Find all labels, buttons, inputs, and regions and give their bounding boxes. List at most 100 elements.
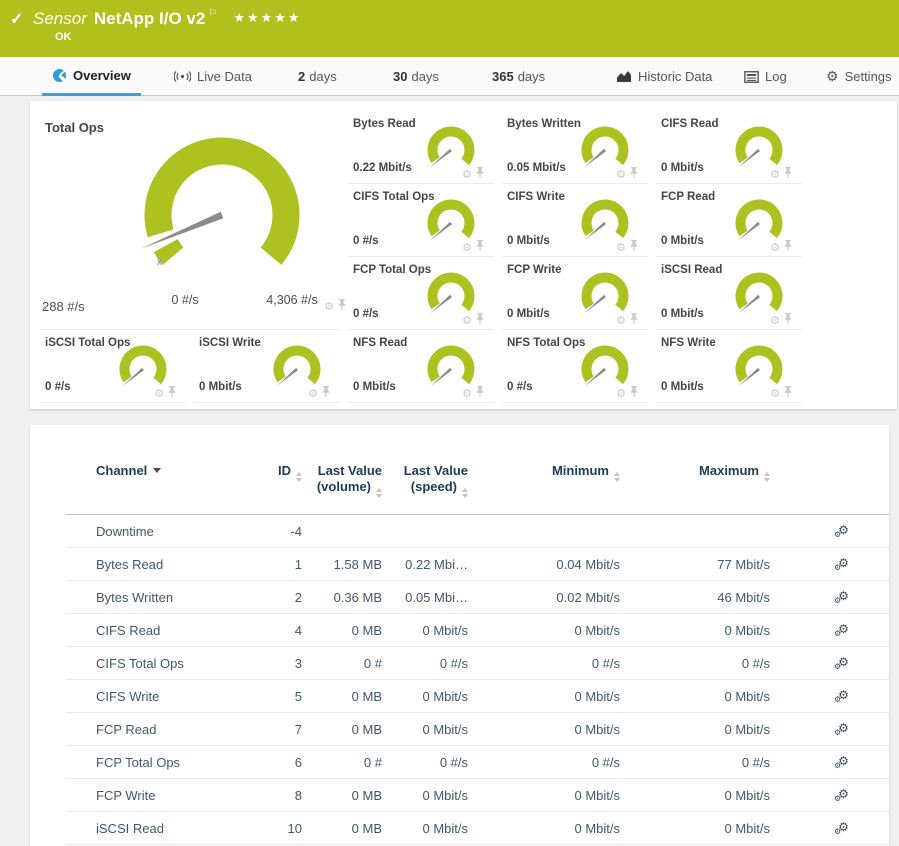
tab-30-days[interactable]: 30days	[383, 57, 449, 96]
column-label: (speed)	[411, 479, 457, 494]
gauge-settings-icon[interactable]: ⚙	[462, 241, 472, 254]
channel-settings-icon[interactable]: ⚙⚙	[834, 622, 849, 637]
gauge-pin-icon[interactable]	[784, 238, 792, 256]
maximum-value: 0 Mbit/s	[620, 689, 770, 704]
gauge-nfs-total-ops[interactable]: NFS Total Ops0 #/s⚙	[502, 330, 648, 403]
gauge-title: Bytes Written	[507, 118, 581, 130]
gauge-title: FCP Total Ops	[353, 264, 431, 276]
gauge-pin-icon[interactable]	[322, 384, 330, 402]
channel-id: 4	[242, 623, 302, 638]
tab-live-data[interactable]: Live Data	[164, 57, 262, 96]
channel-settings-icon[interactable]: ⚙⚙	[834, 787, 849, 802]
sort-desc-icon[interactable]	[153, 468, 161, 473]
gauge-current-value: 0 #/s	[353, 308, 379, 320]
gauge-settings-icon[interactable]: ⚙	[616, 387, 626, 400]
gauge-pin-icon[interactable]	[784, 311, 792, 329]
gauge-settings-icon[interactable]: ⚙	[616, 314, 626, 327]
gauge-pin-icon[interactable]	[476, 311, 484, 329]
channel-name: iSCSI Read	[66, 821, 242, 836]
gauge-fcp-read[interactable]: FCP Read0 Mbit/s⚙	[656, 184, 802, 257]
gauge-settings-icon[interactable]: ⚙	[308, 387, 318, 400]
page-title: NetApp I/O v2	[94, 9, 205, 28]
last-value-speed: 0 #/s	[382, 755, 468, 770]
tab-2-days[interactable]: 2days	[288, 57, 347, 96]
gauge-fcp-total-ops[interactable]: FCP Total Ops 0 #/s ⚙	[348, 257, 494, 330]
tab-365-days[interactable]: 365days	[482, 57, 555, 96]
tab-log[interactable]: Log	[734, 57, 797, 96]
flag-icon[interactable]: ⚐	[208, 8, 217, 19]
gauge-settings-icon[interactable]: ⚙	[462, 387, 472, 400]
gauge-title: Bytes Read	[353, 118, 416, 130]
gauge-settings-icon[interactable]: ⚙	[462, 314, 472, 327]
gauge-pin-icon[interactable]	[784, 165, 792, 183]
channel-settings-icon[interactable]: ⚙⚙	[834, 820, 849, 835]
minimum-value: 0 #/s	[468, 656, 620, 671]
gauge-iscsi-write[interactable]: iSCSI Write0 Mbit/s⚙	[194, 330, 340, 403]
gauge-pin-icon[interactable]	[476, 165, 484, 183]
tab-overview[interactable]: Overview	[42, 57, 141, 96]
channel-settings-icon[interactable]: ⚙⚙	[834, 523, 849, 538]
column-header-id[interactable]: ID	[242, 463, 302, 498]
column-header-last-value-speed[interactable]: Last Value(speed)	[382, 463, 468, 498]
column-header-maximum[interactable]: Maximum	[620, 463, 770, 498]
channel-settings-icon[interactable]: ⚙⚙	[834, 754, 849, 769]
channel-settings-icon[interactable]: ⚙⚙	[834, 589, 849, 604]
channel-settings-icon[interactable]: ⚙⚙	[834, 655, 849, 670]
gauge-cifs-total-ops[interactable]: CIFS Total Ops0 #/s⚙	[348, 184, 494, 257]
gauge-nfs-read[interactable]: NFS Read0 Mbit/s⚙	[348, 330, 494, 403]
gauge-actions: ⚙	[770, 165, 792, 183]
gauge-fcp-write[interactable]: FCP Write0 Mbit/s⚙	[502, 257, 648, 330]
gauge-total-ops[interactable]: Total Ops x̄ 288 #/s 0 #/s 4,306 #/s ⚙	[40, 111, 340, 330]
channel-settings-cell: ⚙⚙	[770, 556, 889, 572]
channel-settings-icon[interactable]: ⚙⚙	[834, 556, 849, 571]
gauge-actions: ⚙	[770, 384, 792, 402]
gauge-pin-icon[interactable]	[338, 297, 346, 315]
tab-label: days	[518, 69, 545, 84]
gauge-settings-icon[interactable]: ⚙	[462, 168, 472, 181]
gauge-pin-icon[interactable]	[630, 311, 638, 329]
gauge-cifs-read[interactable]: CIFS Read0 Mbit/s⚙	[656, 111, 802, 184]
tab-settings[interactable]: ⚙Settings	[816, 57, 899, 96]
gauge-actions: ⚙	[616, 311, 638, 329]
gauge-settings-icon[interactable]: ⚙	[616, 241, 626, 254]
column-header-last-value-volume[interactable]: Last Value(volume)	[302, 463, 382, 498]
tab-label: Historic Data	[638, 69, 712, 84]
gauge-bytes-written[interactable]: Bytes Written0.05 Mbit/s⚙	[502, 111, 648, 184]
tab-historic-data[interactable]: Historic Data	[606, 57, 722, 96]
gauge-settings-icon[interactable]: ⚙	[770, 314, 780, 327]
minimum-value: 0 Mbit/s	[468, 722, 620, 737]
priority-stars[interactable]: ★★★★★	[233, 10, 301, 25]
last-value-volume: 0 MB	[302, 689, 382, 704]
last-value-speed: 0 Mbit/s	[382, 689, 468, 704]
gauge-iscsi-total-ops[interactable]: iSCSI Total Ops0 #/s⚙	[40, 330, 186, 403]
gauge-pin-icon[interactable]	[476, 384, 484, 402]
gauge-pin-icon[interactable]	[630, 165, 638, 183]
tab-label: days	[309, 69, 336, 84]
gauge-settings-icon[interactable]: ⚙	[770, 241, 780, 254]
channel-name: FCP Read	[66, 722, 242, 737]
gauge-pin-icon[interactable]	[784, 384, 792, 402]
gauge-cifs-write[interactable]: CIFS Write0 Mbit/s⚙	[502, 184, 648, 257]
column-label: Channel	[96, 463, 147, 478]
gauge-nfs-write[interactable]: NFS Write0 Mbit/s⚙	[656, 330, 802, 403]
last-value-speed: 0.22 Mbi…	[382, 557, 468, 572]
last-value-speed: 0 Mbit/s	[382, 821, 468, 836]
channel-settings-icon[interactable]: ⚙⚙	[834, 721, 849, 736]
gauge-settings-icon[interactable]: ⚙	[154, 387, 164, 400]
channel-settings-icon[interactable]: ⚙⚙	[834, 688, 849, 703]
last-value-volume: 0 MB	[302, 623, 382, 638]
gauge-pin-icon[interactable]	[168, 384, 176, 402]
gauge-bytes-read[interactable]: Bytes Read0.22 Mbit/s⚙	[348, 111, 494, 184]
table-row-fcp-total-ops: FCP Total Ops60 #0 #/s0 #/s0 #/s⚙⚙	[66, 746, 889, 779]
gauge-pin-icon[interactable]	[630, 238, 638, 256]
gauge-settings-icon[interactable]: ⚙	[324, 300, 334, 313]
gauge-settings-icon[interactable]: ⚙	[770, 387, 780, 400]
gauge-pin-icon[interactable]	[630, 384, 638, 402]
column-header-channel[interactable]: Channel	[66, 463, 242, 498]
gauge-iscsi-read[interactable]: iSCSI Read0 Mbit/s⚙	[656, 257, 802, 330]
gauge-pin-icon[interactable]	[476, 238, 484, 256]
column-header-minimum[interactable]: Minimum	[468, 463, 620, 498]
gauge-settings-icon[interactable]: ⚙	[770, 168, 780, 181]
gauge-settings-icon[interactable]: ⚙	[616, 168, 626, 181]
table-row-fcp-read: FCP Read70 MB0 Mbit/s0 Mbit/s0 Mbit/s⚙⚙	[66, 713, 889, 746]
